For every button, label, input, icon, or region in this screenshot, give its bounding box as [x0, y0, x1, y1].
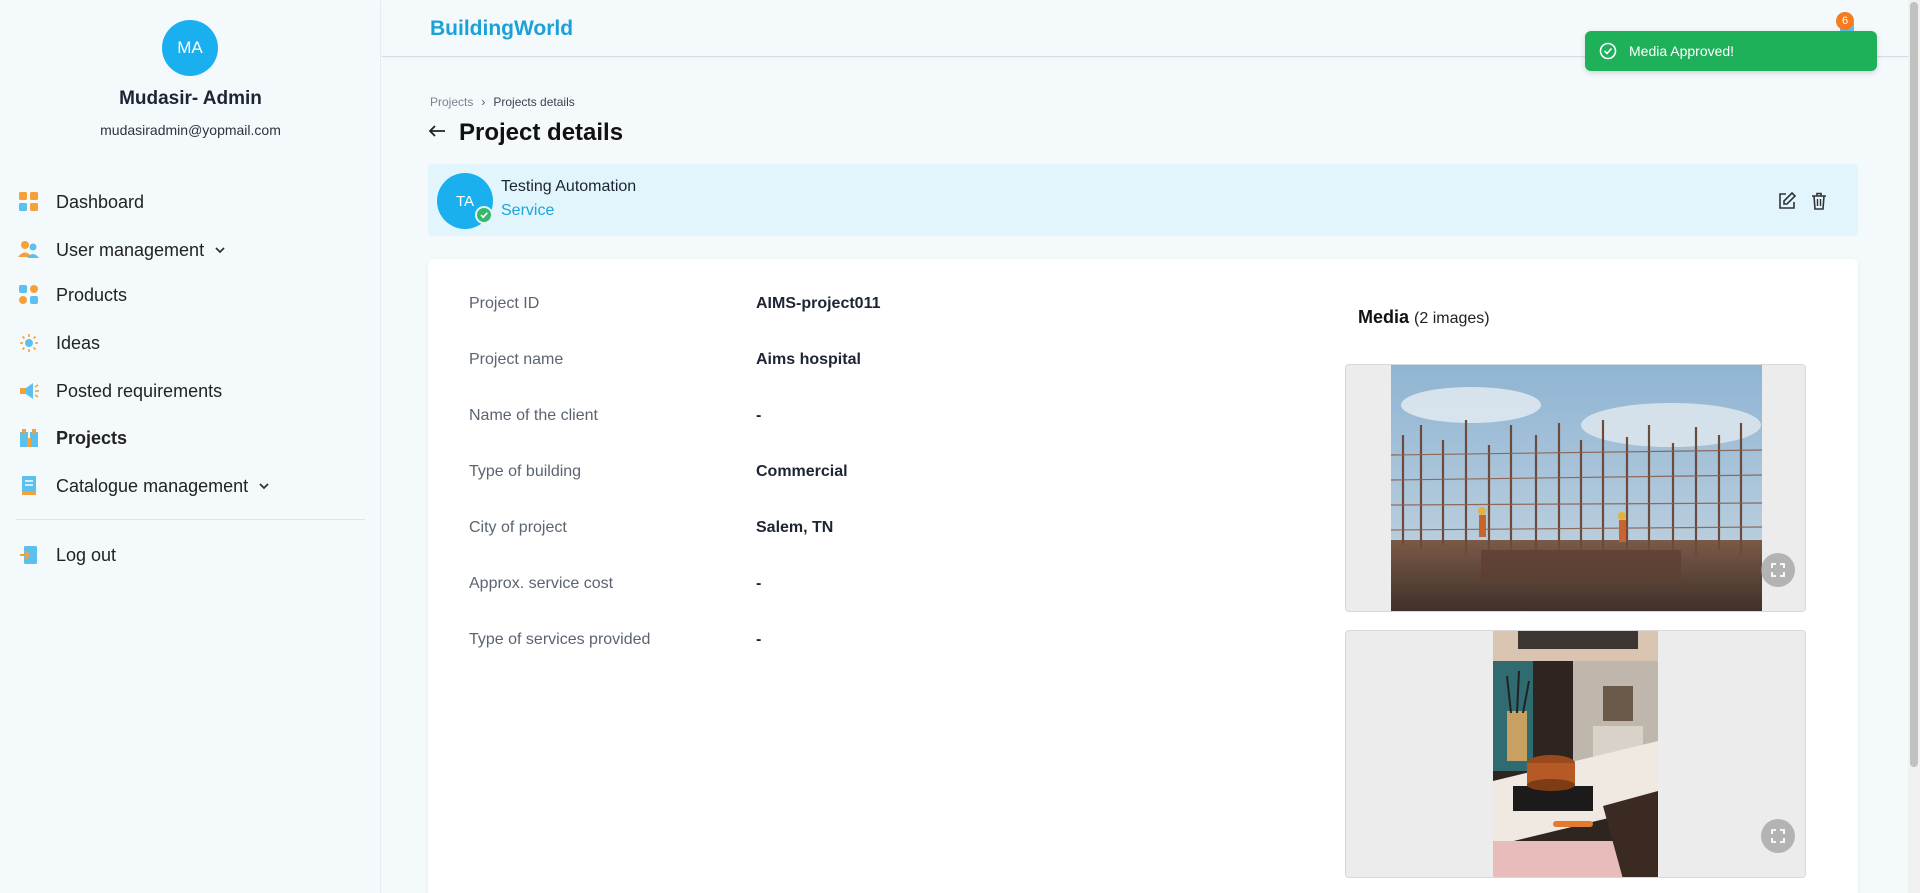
breadcrumb-current: Projects details	[493, 95, 575, 109]
logout-label: Log out	[56, 544, 117, 565]
brand-logo[interactable]: BuildingWorld	[430, 17, 573, 41]
dashboard-icon	[18, 191, 40, 213]
field-label: Project name	[469, 351, 564, 368]
field-value: -	[756, 631, 762, 648]
projects-icon	[18, 427, 40, 449]
chevron-right-icon: ›	[481, 95, 486, 109]
field-label: Type of services provided	[469, 631, 651, 648]
breadcrumb-link-projects[interactable]: Projects	[430, 95, 473, 109]
delete-icon[interactable]	[1809, 191, 1829, 211]
chevron-down-icon[interactable]	[214, 244, 226, 256]
toast-message: Media Approved!	[1629, 43, 1735, 59]
sidebar-item-label: Ideas	[56, 332, 101, 353]
lightbulb-icon	[18, 332, 40, 354]
edit-icon[interactable]	[1777, 191, 1797, 211]
field-label: Project ID	[469, 295, 540, 312]
sidebar-item-label: Projects	[56, 427, 128, 448]
field-value: -	[756, 575, 762, 592]
project-details-card: Project ID AIMS-project011 Project name …	[428, 259, 1858, 893]
sidebar-item-products[interactable]: Products	[18, 280, 127, 310]
media-image-construction[interactable]	[1345, 364, 1806, 612]
field-label: Name of the client	[469, 407, 598, 424]
user-avatar[interactable]: MA	[162, 20, 218, 76]
logout-icon	[18, 544, 40, 566]
sidebar-item-posted-requirements[interactable]: Posted requirements	[18, 376, 222, 406]
products-icon	[18, 284, 40, 306]
breadcrumb: Projects › Projects details	[430, 95, 575, 109]
check-circle-icon	[1599, 42, 1617, 60]
field-value: AIMS-project011	[756, 295, 881, 312]
media-count: (2 images)	[1414, 310, 1490, 327]
project-owner-name: Testing Automation	[501, 178, 637, 195]
field-label: Approx. service cost	[469, 575, 614, 592]
media-heading: Media (2 images)	[1358, 307, 1490, 328]
notification-badge: 6	[1836, 12, 1854, 30]
field-value: Salem, TN	[756, 519, 834, 536]
user-email: mudasiradmin@yopmail.com	[100, 122, 281, 138]
sidebar-divider	[16, 519, 365, 520]
sidebar-item-projects[interactable]: Projects	[18, 423, 127, 453]
back-arrow-icon[interactable]	[426, 120, 448, 142]
toast-notification: Media Approved!	[1585, 31, 1877, 71]
project-header-card: TA Testing Automation Service	[428, 164, 1858, 236]
sidebar: MA Mudasir- Admin mudasiradmin@yopmail.c…	[0, 0, 381, 893]
field-value: Aims hospital	[756, 351, 861, 368]
kitchen-photo	[1493, 631, 1658, 877]
sidebar-item-ideas[interactable]: Ideas	[18, 328, 100, 358]
sidebar-item-user-management[interactable]: User management	[18, 235, 226, 265]
sidebar-item-label: Posted requirements	[56, 380, 223, 401]
sidebar-item-catalogue-management[interactable]: Catalogue management	[18, 471, 270, 501]
field-label: City of project	[469, 519, 567, 536]
sidebar-item-label: Catalogue management	[56, 475, 249, 496]
sidebar-item-label: Products	[56, 284, 128, 305]
sidebar-item-dashboard[interactable]: Dashboard	[18, 187, 144, 217]
expand-icon[interactable]	[1761, 553, 1795, 587]
expand-icon[interactable]	[1761, 819, 1795, 853]
page-title: Project details	[459, 119, 624, 146]
sidebar-item-label: Dashboard	[56, 191, 145, 212]
field-value: -	[756, 407, 762, 424]
logout-button[interactable]: Log out	[18, 540, 116, 570]
scrollbar-thumb[interactable]	[1910, 2, 1918, 767]
chevron-down-icon[interactable]	[258, 480, 270, 492]
page-scrollbar[interactable]	[1908, 0, 1920, 893]
user-name: Mudasir- Admin	[119, 88, 262, 109]
media-title: Media	[1358, 307, 1410, 327]
field-value: Commercial	[756, 463, 848, 480]
field-label: Type of building	[469, 463, 582, 480]
users-icon	[18, 239, 40, 261]
construction-photo	[1391, 365, 1762, 611]
verified-check-icon	[475, 206, 493, 224]
project-owner-type: Service	[501, 202, 555, 219]
sidebar-item-label: User management	[56, 239, 205, 260]
megaphone-icon	[18, 380, 40, 402]
catalogue-icon	[18, 475, 40, 497]
media-image-kitchen[interactable]	[1345, 630, 1806, 878]
